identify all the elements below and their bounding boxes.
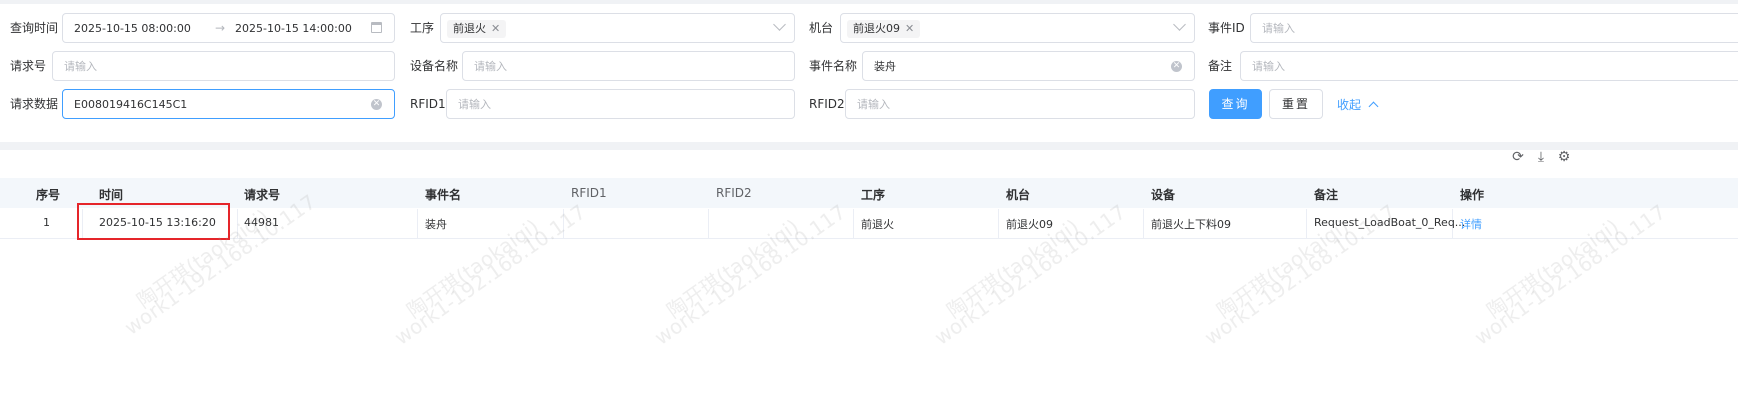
column-divider [708,209,709,238]
cell-machine: 前退火09 [1006,218,1053,231]
event-id-label: 事件ID [1208,21,1245,35]
rfid2-input[interactable]: 请输入 [845,89,1195,119]
detail-link[interactable]: 详情 [1460,216,1482,232]
tag-close-icon[interactable]: ✕ [905,22,914,35]
process-label: 工序 [410,21,435,35]
cell-seq: 1 [43,216,50,229]
query-time-range[interactable]: 2025-10-15 08:00:00 → 2025-10-15 14:00:0… [62,13,395,43]
request-data-value: E008019416C145C1 [74,98,188,111]
event-id-placeholder: 请输入 [1262,22,1295,35]
cell-device: 前退火上下料09 [1151,218,1231,231]
column-divider [853,209,854,238]
machine-select[interactable]: 前退火09 ✕ [840,13,1195,43]
header-remark: 备注 [1314,188,1339,202]
request-data-label: 请求数据 [10,97,59,111]
machine-label: 机台 [809,21,834,35]
highlight-box [77,203,230,240]
refresh-icon[interactable]: ⟳ [1511,150,1525,164]
chevron-down-icon [773,18,786,31]
settings-icon[interactable]: ⚙ [1557,150,1571,164]
rfid2-placeholder: 请输入 [857,98,890,111]
column-divider [1143,209,1144,238]
process-tag: 前退火 ✕ [447,20,507,38]
range-arrow-icon: → [215,21,226,35]
header-rfid2: RFID2 [716,186,752,200]
header-process: 工序 [861,188,886,202]
collapse-label: 收起 [1337,98,1362,112]
chevron-down-icon [1173,18,1186,31]
request-no-label: 请求号 [10,59,47,73]
machine-tag: 前退火09 ✕ [847,20,921,38]
remark-input[interactable]: 请输入 [1240,51,1738,81]
column-divider [237,209,238,238]
query-time-end[interactable]: 2025-10-15 14:00:00 [235,22,352,36]
request-no-input[interactable]: 请输入 [52,51,395,81]
calendar-icon [371,22,382,33]
reset-button[interactable]: 重置 [1269,89,1323,119]
query-button[interactable]: 查询 [1209,89,1262,119]
cell-remark: Request_LoadBoat_0_Req... [1314,216,1466,229]
collapse-link[interactable]: 收起 [1337,96,1379,113]
column-divider [998,209,999,238]
event-name-label: 事件名称 [809,59,858,73]
header-rfid1: RFID1 [571,186,607,200]
header-device: 设备 [1151,188,1176,202]
header-event-name: 事件名 [425,188,462,202]
tag-close-icon[interactable]: ✕ [491,22,500,35]
header-request-no: 请求号 [244,188,281,202]
header-seq: 序号 [36,188,61,202]
event-id-input[interactable]: 请输入 [1250,13,1738,43]
remark-label: 备注 [1208,59,1233,73]
cell-process: 前退火 [861,218,894,231]
query-time-start[interactable]: 2025-10-15 08:00:00 [74,22,191,36]
rfid1-label: RFID1 [410,97,446,111]
process-select[interactable]: 前退火 ✕ [440,13,795,43]
device-name-placeholder: 请输入 [474,60,507,73]
cell-event-name: 装舟 [425,218,447,231]
request-data-input[interactable]: E008019416C145C1 ✕ [62,89,395,119]
chevron-up-icon [1368,101,1379,112]
process-tag-label: 前退火 [453,22,486,35]
device-name-label: 设备名称 [410,59,459,73]
rfid1-placeholder: 请输入 [458,98,491,111]
query-time-label: 查询时间 [10,21,59,35]
event-name-input[interactable]: 装舟 ✕ [862,51,1195,81]
header-machine: 机台 [1006,188,1031,202]
column-divider [417,209,418,238]
cell-request-no: 44981 [244,216,279,229]
header-action: 操作 [1460,188,1485,202]
remark-placeholder: 请输入 [1252,60,1285,73]
clear-icon[interactable]: ✕ [371,99,382,110]
column-divider [563,209,564,238]
rfid2-label: RFID2 [809,97,845,111]
rfid1-input[interactable]: 请输入 [446,89,795,119]
event-name-value: 装舟 [874,60,896,73]
clear-icon[interactable]: ✕ [1171,61,1182,72]
download-icon[interactable]: ⤓ [1534,150,1548,164]
machine-tag-label: 前退火09 [853,22,900,35]
header-time: 时间 [99,188,124,202]
column-divider [1306,209,1307,238]
request-no-placeholder: 请输入 [64,60,97,73]
device-name-input[interactable]: 请输入 [462,51,795,81]
